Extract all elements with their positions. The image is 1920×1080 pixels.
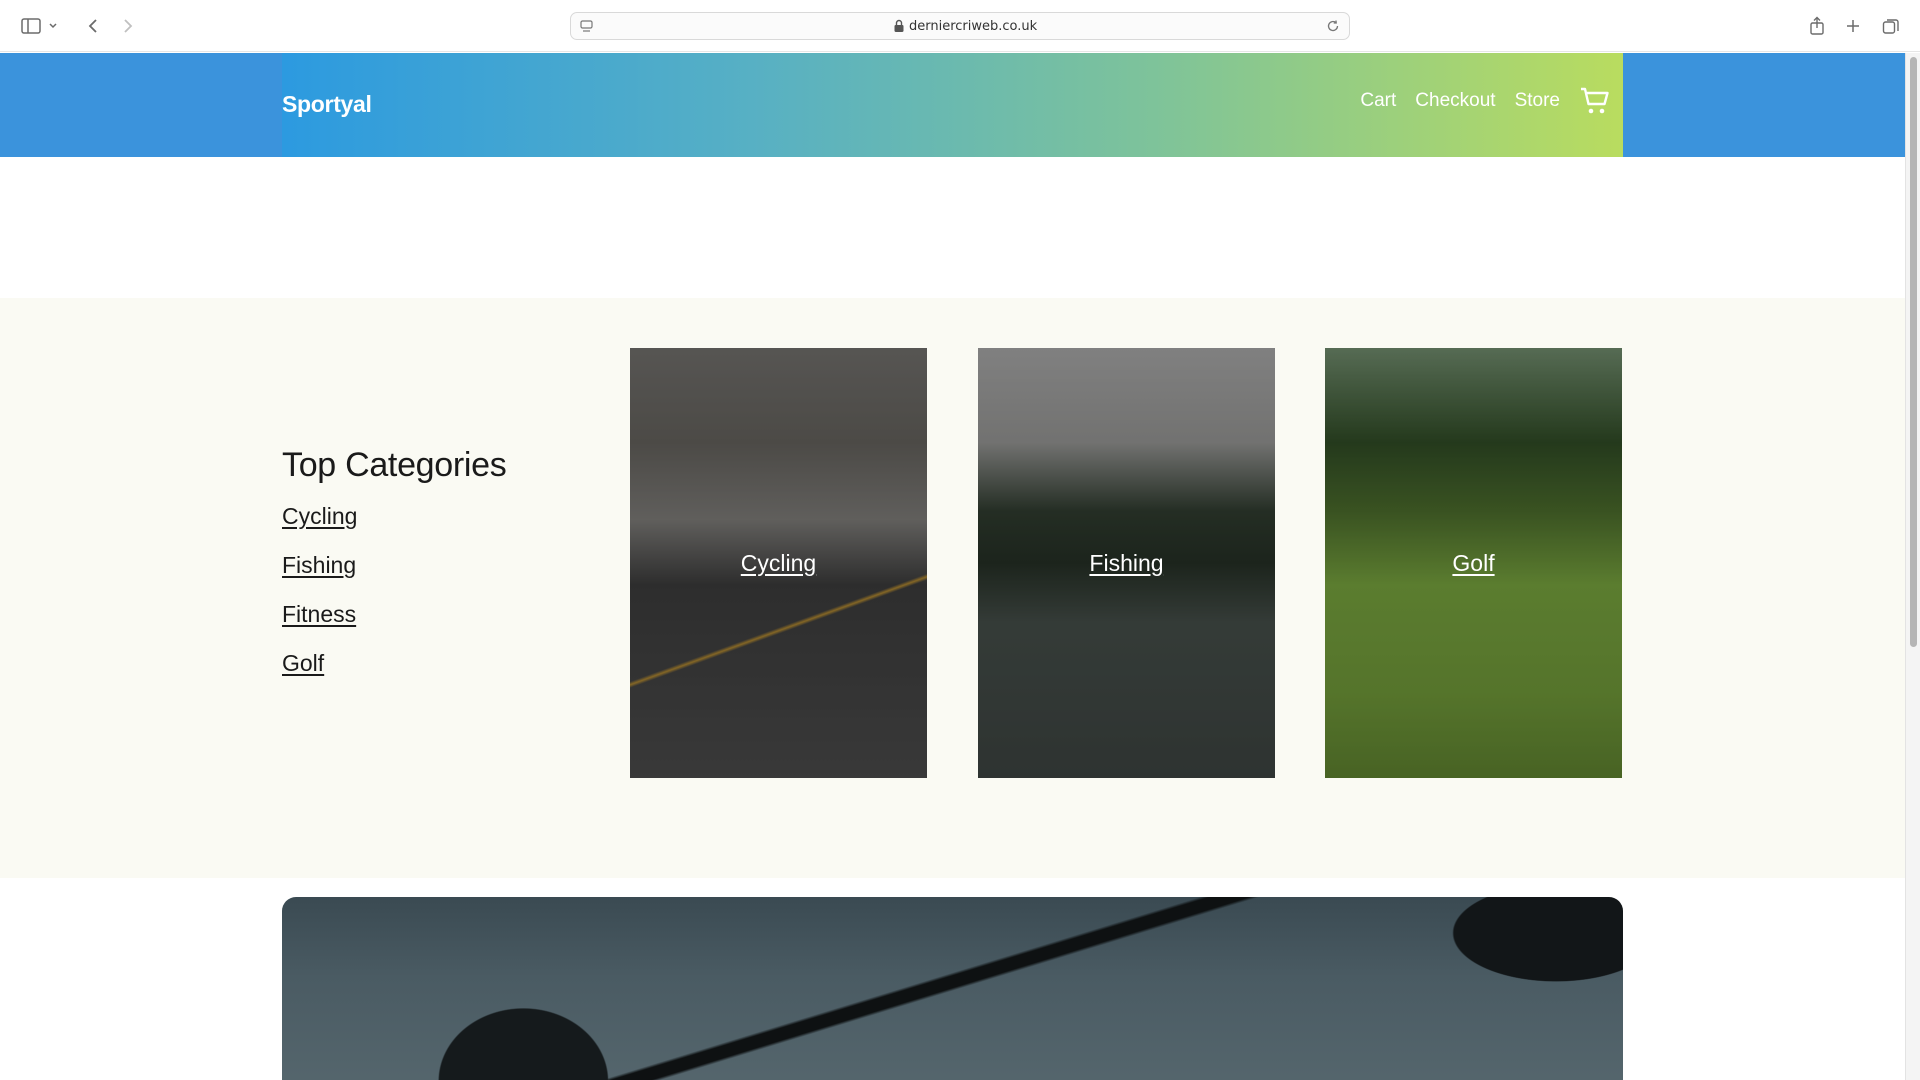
site-header: Sportyal Cart Checkout Store (0, 53, 1905, 157)
reload-icon[interactable] (1325, 18, 1341, 34)
category-link-golf[interactable]: Golf (282, 650, 324, 676)
tabs-overview-icon[interactable] (1878, 13, 1904, 39)
plus-icon[interactable] (1840, 13, 1866, 39)
fitness-banner-image (282, 897, 1623, 1080)
page-scrollbar[interactable] (1905, 53, 1920, 1080)
header-bar: Sportyal Cart Checkout Store (282, 53, 1623, 157)
category-link-fishing[interactable]: Fishing (282, 552, 356, 578)
section-title: Top Categories (282, 446, 507, 484)
top-categories-section: Top Categories Cycling Fishing Fitness G… (0, 298, 1905, 878)
category-card-golf[interactable]: Golf (1325, 348, 1622, 778)
chevron-right-icon[interactable] (115, 13, 141, 39)
lock-icon (893, 19, 905, 33)
list-item: Fishing (282, 552, 357, 601)
browser-toolbar: derniercriweb.co.uk (0, 0, 1920, 52)
list-item: Fitness (282, 601, 357, 650)
category-link-fitness[interactable]: Fitness (282, 601, 356, 627)
category-link-cycling[interactable]: Cycling (282, 503, 357, 529)
nav-checkout[interactable]: Checkout (1415, 90, 1495, 112)
category-list: Cycling Fishing Fitness Golf (282, 503, 357, 699)
shopping-cart-icon[interactable] (1579, 85, 1611, 117)
url-text: derniercriweb.co.uk (909, 19, 1038, 34)
site-settings-icon[interactable] (579, 18, 595, 34)
share-icon[interactable] (1804, 13, 1830, 39)
scrollbar-thumb[interactable] (1910, 57, 1917, 647)
category-card-fishing[interactable]: Fishing (978, 348, 1275, 778)
card-link-cycling[interactable]: Cycling (741, 550, 816, 577)
sidebar-icon[interactable] (18, 13, 44, 39)
address-bar[interactable]: derniercriweb.co.uk (570, 12, 1350, 40)
list-item: Golf (282, 650, 357, 699)
chevron-left-icon[interactable] (80, 13, 106, 39)
main-nav: Cart Checkout Store (1360, 85, 1611, 117)
site-logo[interactable]: Sportyal (282, 91, 372, 118)
nav-cart[interactable]: Cart (1360, 90, 1396, 112)
list-item: Cycling (282, 503, 357, 552)
category-card-cycling[interactable]: Cycling (630, 348, 927, 778)
nav-store[interactable]: Store (1515, 90, 1560, 112)
chevron-down-icon[interactable] (46, 13, 60, 39)
card-link-fishing[interactable]: Fishing (1089, 550, 1163, 577)
card-link-golf[interactable]: Golf (1452, 550, 1494, 577)
